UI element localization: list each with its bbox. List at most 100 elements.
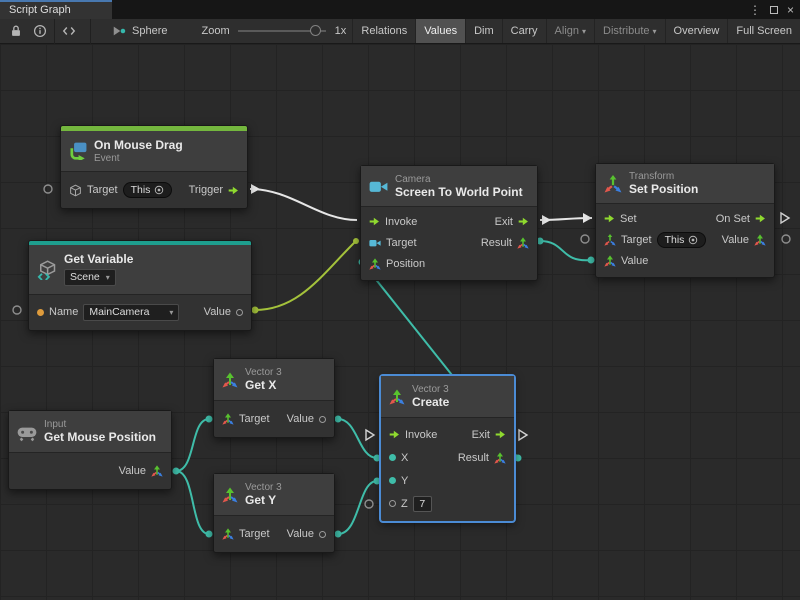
tab-script-graph[interactable]: Script Graph — [0, 0, 112, 19]
value-output-port[interactable] — [236, 309, 243, 316]
relations-button[interactable]: Relations — [352, 19, 415, 43]
transform-icon — [604, 175, 622, 193]
node-title: Get Y — [245, 494, 282, 507]
node-screen-to-world-point[interactable]: Camera Screen To World Point Invoke Exit… — [360, 165, 538, 281]
control-output-arrow-icon[interactable] — [518, 216, 529, 227]
variable-scope-dropdown[interactable]: Scene ▾ — [64, 269, 116, 286]
value-output-port[interactable] — [319, 531, 326, 538]
control-output-arrow-icon[interactable] — [228, 185, 239, 196]
object-picker-icon[interactable] — [154, 185, 164, 195]
close-icon[interactable]: × — [787, 3, 794, 17]
node-title: Set Position — [629, 183, 698, 196]
node-category: Camera — [395, 174, 523, 185]
chevron-down-icon: ▾ — [582, 27, 586, 36]
variable-name-dropdown[interactable]: MainCamera ▾ — [83, 304, 179, 321]
x-input-port[interactable] — [389, 454, 396, 461]
gamepad-icon — [17, 422, 37, 442]
port-label-y: Y — [401, 475, 408, 487]
lock-icon[interactable] — [9, 24, 23, 38]
chevron-down-icon: ▾ — [169, 306, 173, 319]
port-label-target: Target — [87, 184, 118, 196]
node-subtitle: Event — [94, 153, 183, 164]
node-vector3-create[interactable]: Vector 3 Create Invoke Exit X Result Y Z… — [380, 375, 515, 522]
distribute-button[interactable]: Distribute▾ — [594, 19, 664, 43]
node-category: Transform — [629, 171, 698, 182]
port-label-set: Set — [620, 213, 637, 225]
port-label-z: Z — [401, 498, 408, 510]
control-input-arrow-icon[interactable] — [389, 429, 400, 440]
node-category: Vector 3 — [245, 482, 282, 493]
vector3-type-icon[interactable] — [604, 255, 616, 267]
vector3-type-icon[interactable] — [222, 528, 234, 540]
carry-button[interactable]: Carry — [502, 19, 546, 43]
port-label-value-out: Value — [722, 234, 749, 246]
zoom-handle[interactable] — [310, 25, 321, 36]
port-label-value: Value — [287, 528, 314, 540]
z-input-port[interactable] — [389, 500, 396, 507]
graph-toolbar: Sphere Zoom 1x Relations Values Dim Carr… — [0, 19, 800, 44]
vector3-type-icon[interactable] — [369, 258, 381, 270]
maximize-icon[interactable] — [770, 6, 778, 14]
target-object-field[interactable]: This — [123, 182, 173, 198]
port-label-x: X — [401, 452, 408, 464]
z-value-field[interactable]: 7 — [413, 496, 432, 512]
align-button[interactable]: Align▾ — [546, 19, 594, 43]
control-input-arrow-icon[interactable] — [369, 216, 380, 227]
port-label-exit: Exit — [472, 429, 490, 441]
port-label-trigger: Trigger — [189, 184, 223, 196]
port-label-target: Target — [239, 413, 270, 425]
port-label-invoke: Invoke — [405, 429, 437, 441]
port-label-target: Target — [239, 528, 270, 540]
vector3-type-icon[interactable] — [494, 452, 506, 464]
node-title: Create — [412, 396, 449, 409]
vector3-icon — [389, 389, 405, 405]
control-output-arrow-icon[interactable] — [755, 213, 766, 224]
node-get-mouse-position[interactable]: Input Get Mouse Position Value — [8, 410, 172, 490]
toolbar-separator — [54, 19, 55, 44]
toolbar-separator — [90, 19, 91, 44]
vector3-type-icon[interactable] — [754, 234, 766, 246]
object-picker-icon[interactable] — [688, 235, 698, 245]
camera-type-icon[interactable] — [369, 237, 381, 249]
port-label-value: Value — [204, 306, 231, 318]
y-input-port[interactable] — [389, 477, 396, 484]
node-get-x[interactable]: Vector 3 Get X Target Value — [213, 358, 335, 438]
dim-button[interactable]: Dim — [465, 19, 502, 43]
string-port[interactable] — [37, 309, 44, 316]
window-menu-icon[interactable]: ⋮ — [749, 3, 761, 17]
breadcrumb[interactable]: Sphere — [132, 25, 167, 37]
chevron-down-icon: ▾ — [106, 271, 110, 284]
camera-icon — [369, 177, 388, 196]
node-on-mouse-drag[interactable]: On Mouse Drag Event Target This Trigger — [60, 125, 248, 209]
values-button[interactable]: Values — [415, 19, 465, 43]
port-label-position: Position — [386, 258, 425, 270]
port-label-invoke: Invoke — [385, 216, 417, 228]
node-set-position[interactable]: Transform Set Position Set On Set Target… — [595, 163, 775, 278]
vector3-type-icon[interactable] — [517, 237, 529, 249]
node-title: Get Mouse Position — [44, 431, 156, 444]
port-label-target: Target — [386, 237, 417, 249]
value-output-port[interactable] — [319, 416, 326, 423]
overview-button[interactable]: Overview — [665, 19, 728, 43]
transform-type-icon[interactable] — [604, 234, 616, 246]
node-title: Get X — [245, 379, 282, 392]
port-label-value: Value — [119, 465, 146, 477]
variable-icon — [37, 260, 57, 280]
vector3-icon — [222, 487, 238, 503]
full-screen-button[interactable]: Full Screen — [727, 19, 800, 43]
control-input-arrow-icon[interactable] — [604, 213, 615, 224]
vector3-icon — [222, 372, 238, 388]
node-category: Vector 3 — [412, 384, 449, 395]
zoom-slider[interactable] — [238, 26, 326, 36]
node-get-variable[interactable]: Get Variable Scene ▾ Name MainCamera ▾ V… — [28, 240, 252, 331]
control-output-arrow-icon[interactable] — [495, 429, 506, 440]
node-title: Get Variable — [64, 253, 133, 266]
vector3-type-icon[interactable] — [222, 413, 234, 425]
code-view-icon[interactable] — [62, 24, 76, 38]
info-icon[interactable] — [33, 24, 47, 38]
vector3-type-icon[interactable] — [151, 465, 163, 477]
target-object-field[interactable]: This — [657, 232, 707, 248]
port-label-target: Target — [621, 234, 652, 246]
port-label-name: Name — [49, 306, 78, 318]
node-get-y[interactable]: Vector 3 Get Y Target Value — [213, 473, 335, 553]
